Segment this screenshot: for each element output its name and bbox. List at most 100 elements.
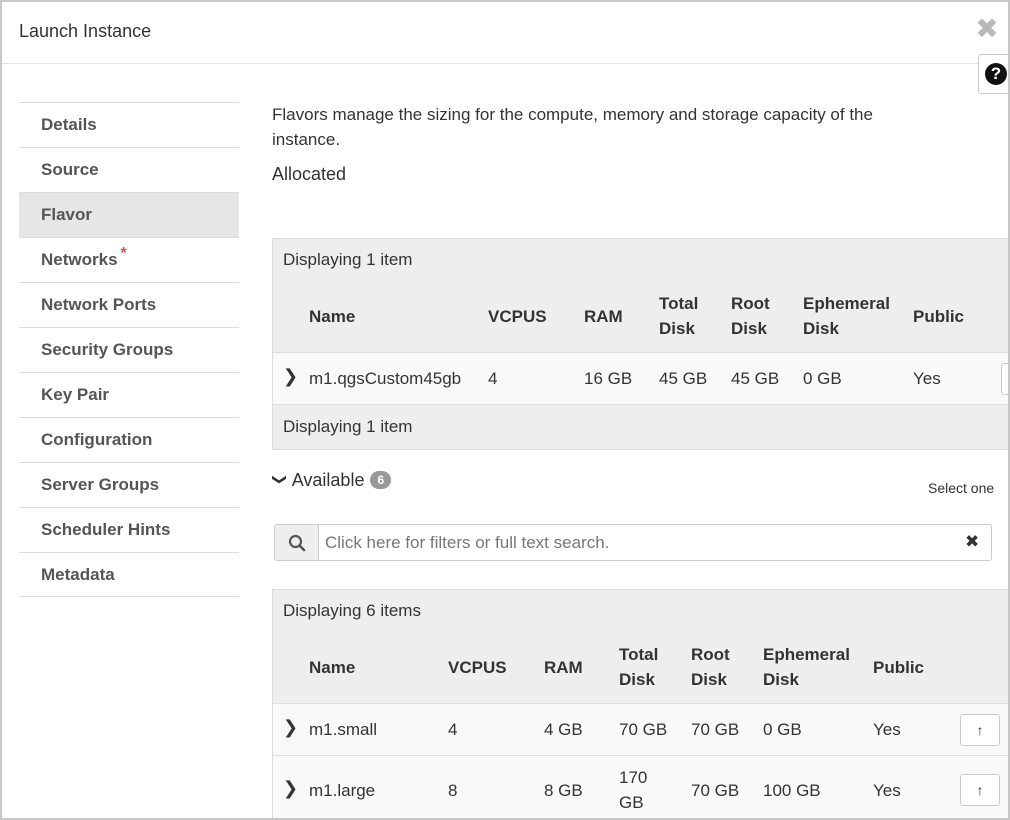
table-count: Displaying 6 items — [283, 601, 421, 620]
col-name[interactable]: Name — [309, 304, 355, 329]
cell-total-disk: 170 GB — [619, 765, 647, 815]
cell-ephemeral-disk: 0 GB — [763, 720, 802, 739]
nav-item-label: Scheduler Hints — [41, 520, 171, 539]
available-toggle[interactable]: ❯ Available 6 — [272, 470, 392, 498]
col-ephemeral-disk[interactable]: Ephemeral Disk — [763, 642, 850, 692]
col-label-line: Disk — [763, 670, 799, 689]
cell-vcpus: 4 — [488, 369, 498, 388]
nav-item-details[interactable]: Details — [19, 102, 239, 147]
cell-public: Yes — [873, 720, 901, 739]
required-asterisk: * — [120, 245, 127, 262]
cell-root-disk: 70 GB — [691, 781, 740, 800]
cell-ram: 8 GB — [544, 781, 583, 800]
dialog-header: Launch Instance ✖ — [2, 2, 1008, 64]
nav-item-label: Key Pair — [41, 385, 110, 404]
nav-item-label: Security Groups — [41, 340, 174, 359]
nav-item-label: Network Ports — [41, 295, 157, 314]
cell-line: 170 — [619, 768, 648, 787]
chevron-down-icon: ❯ — [272, 473, 289, 486]
col-label-line: Ephemeral — [803, 294, 890, 313]
col-total-disk[interactable]: Total Disk — [659, 291, 698, 341]
select-one-hint: Select one — [928, 480, 995, 496]
col-ram[interactable]: RAM — [544, 655, 583, 680]
cell-name: m1.small — [309, 720, 378, 739]
col-root-disk[interactable]: Root Disk — [731, 291, 770, 341]
search-input[interactable] — [325, 525, 945, 560]
nav-item-label: Configuration — [41, 430, 153, 449]
cell-public: Yes — [873, 781, 901, 800]
table-footer-count: Displaying 1 item — [283, 417, 413, 436]
col-label-line: Disk — [691, 670, 727, 689]
col-vcpus[interactable]: VCPUS — [488, 304, 547, 329]
cell-name: m1.large — [309, 781, 376, 800]
nav-item-networks[interactable]: Networks * — [19, 237, 239, 282]
cell-root-disk: 45 GB — [731, 369, 780, 388]
nav-item-server-groups[interactable]: Server Groups — [19, 462, 239, 507]
nav-item-label: Metadata — [41, 565, 115, 584]
cell-total-disk: 45 GB — [659, 369, 708, 388]
cell-ephemeral-disk: 0 GB — [803, 369, 842, 388]
cell-root-disk: 70 GB — [691, 720, 740, 739]
col-ephemeral-disk[interactable]: Ephemeral Disk — [803, 291, 890, 341]
nav-item-source[interactable]: Source — [19, 147, 239, 192]
col-total-disk[interactable]: Total Disk — [619, 642, 658, 692]
nav-item-configuration[interactable]: Configuration — [19, 417, 239, 462]
col-label-line: Ephemeral — [763, 645, 850, 664]
cell-name: m1.qgsCustom45gb — [309, 369, 462, 388]
col-public[interactable]: Public — [913, 304, 964, 329]
cell-ram: 4 GB — [544, 720, 583, 739]
nav-item-label: Flavor — [41, 205, 93, 224]
available-table: Displaying 6 items Name VCPUS RAM Total D… — [272, 589, 1008, 818]
col-public[interactable]: Public — [873, 655, 924, 680]
close-icon[interactable]: ✖ — [974, 14, 1000, 44]
nav-item-security-groups[interactable]: Security Groups — [19, 327, 239, 372]
table-row: ❯ m1.qgsCustom45gb 4 16 GB 45 GB 45 GB 0… — [273, 353, 1008, 405]
col-name[interactable]: Name — [309, 655, 355, 680]
arrow-up-icon: ↑ — [976, 722, 984, 738]
deallocate-button[interactable] — [1001, 363, 1008, 395]
chevron-right-icon[interactable]: ❯ — [283, 717, 298, 738]
nav-item-metadata[interactable]: Metadata — [19, 552, 239, 597]
nav-item-label: Source — [41, 160, 99, 179]
dialog-title: Launch Instance — [19, 21, 152, 41]
allocate-button[interactable]: ↑ — [960, 714, 1000, 746]
question-icon: ? — [985, 63, 1007, 85]
cell-ram: 16 GB — [584, 369, 633, 388]
search-icon — [288, 534, 306, 552]
allocate-button[interactable]: ↑ — [960, 774, 1000, 806]
nav-item-network-ports[interactable]: Network Ports — [19, 282, 239, 327]
available-label: Available — [291, 470, 365, 490]
col-label-line: Disk — [731, 319, 767, 338]
chevron-right-icon[interactable]: ❯ — [283, 366, 298, 387]
cell-total-disk: 70 GB — [619, 720, 668, 739]
wizard-nav: Details Source Flavor Networks * Network … — [19, 102, 239, 597]
table-row: ❯ m1.large 8 8 GB 170 GB 70 GB 100 GB Yes… — [273, 756, 1008, 818]
cell-vcpus: 4 — [448, 720, 458, 739]
flavor-description: Flavors manage the sizing for the comput… — [272, 105, 873, 149]
nav-item-scheduler-hints[interactable]: Scheduler Hints — [19, 507, 239, 552]
cell-line: GB — [619, 793, 644, 812]
flavor-step-content: Flavors manage the sizing for the comput… — [272, 102, 1008, 185]
col-ram[interactable]: RAM — [584, 304, 623, 329]
table-header-row: Name VCPUS RAM Total Disk Root Disk Epheme… — [273, 281, 1008, 353]
nav-item-flavor[interactable]: Flavor — [19, 192, 239, 237]
col-label-line: Total — [619, 645, 659, 664]
available-count-badge: 6 — [370, 471, 392, 489]
table-row: ❯ m1.small 4 4 GB 70 GB 70 GB 0 GB Yes ↑ — [273, 704, 1008, 756]
col-label-line: Root — [691, 645, 730, 664]
search-addon — [275, 525, 319, 560]
col-vcpus[interactable]: VCPUS — [448, 655, 507, 680]
allocated-heading: Allocated — [272, 164, 347, 184]
launch-instance-dialog: Launch Instance ✖ ? Details Source Flavo… — [0, 0, 1010, 820]
col-label-line: Total — [659, 294, 699, 313]
nav-item-label: Server Groups — [41, 475, 160, 494]
help-button[interactable]: ? — [978, 54, 1008, 94]
nav-item-key-pair[interactable]: Key Pair — [19, 372, 239, 417]
table-count: Displaying 1 item — [283, 250, 413, 269]
col-label-line: Root — [731, 294, 770, 313]
col-root-disk[interactable]: Root Disk — [691, 642, 730, 692]
clear-search-icon[interactable]: ✖ — [965, 532, 979, 552]
cell-public: Yes — [913, 369, 941, 388]
col-label-line: Disk — [619, 670, 655, 689]
chevron-right-icon[interactable]: ❯ — [283, 778, 298, 799]
